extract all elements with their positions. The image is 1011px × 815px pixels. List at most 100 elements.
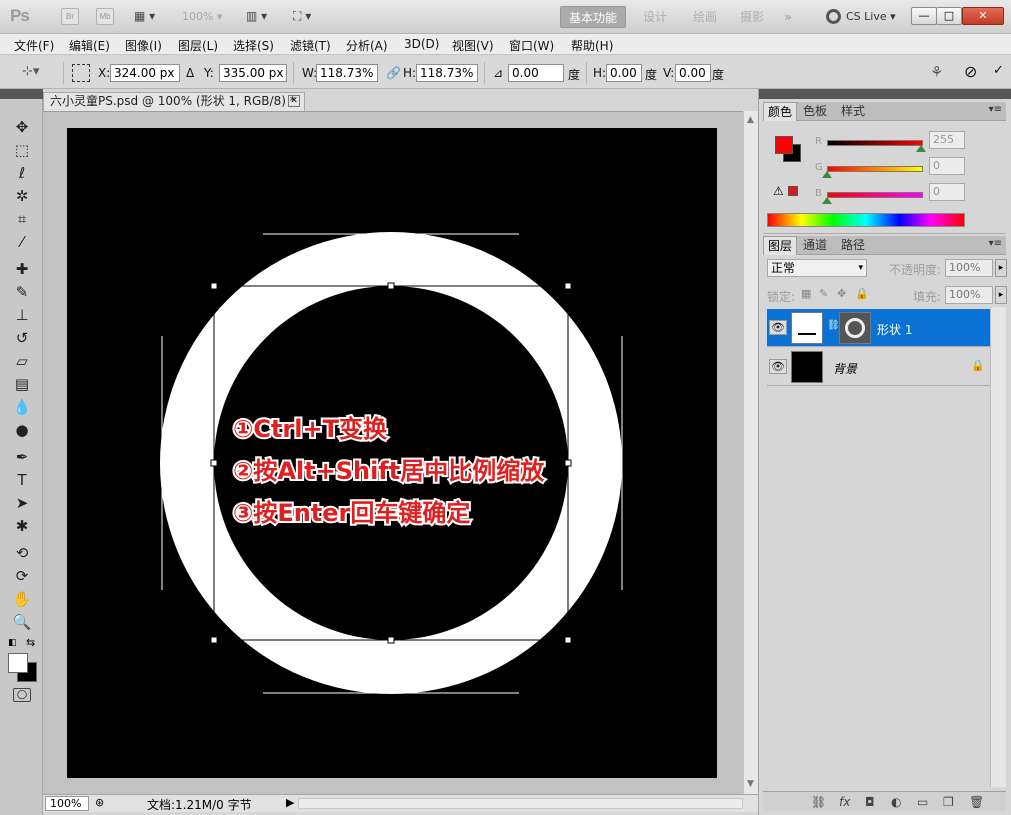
tab-paths[interactable]: 路径 — [837, 236, 869, 255]
cancel-transform-icon[interactable]: ⊘ — [964, 62, 977, 81]
blue-slider-handle[interactable] — [822, 197, 832, 204]
relative-position-icon[interactable]: Δ — [186, 66, 194, 80]
horizontal-skew-field[interactable]: 0.00 — [606, 64, 642, 82]
panel-menu-icon[interactable]: ▾≡ — [989, 104, 1002, 115]
blend-mode-select[interactable]: 正常 ▾ — [767, 259, 867, 277]
rotate-angle-field[interactable]: 0.00 — [508, 64, 564, 82]
view-extras-icon[interactable]: ▦ ▾ — [134, 8, 155, 25]
menu-layer[interactable]: 图层(L) — [178, 37, 218, 54]
close-button[interactable]: ✕ — [962, 7, 1004, 25]
arrange-documents-icon[interactable]: ▥ ▾ — [246, 8, 267, 25]
tools-panel-header[interactable] — [0, 89, 43, 99]
dodge-tool-icon[interactable]: ● — [12, 420, 32, 440]
status-menu-icon[interactable]: ▶ — [286, 796, 294, 809]
zoom-field[interactable]: 100% — [45, 796, 89, 811]
hand-tool-icon[interactable]: ✋ — [12, 589, 32, 609]
screen-mode-icon[interactable]: ⛶ ▾ — [293, 8, 311, 25]
horizontal-scrollbar[interactable] — [298, 798, 743, 809]
eyedropper-tool-icon[interactable]: ⁄ — [12, 232, 32, 252]
swap-colors-icon[interactable]: ⇆ — [26, 636, 35, 649]
tab-channels[interactable]: 通道 — [799, 236, 831, 255]
red-slider-handle[interactable] — [916, 145, 926, 152]
custom-shape-tool-icon[interactable]: ✱ — [12, 516, 32, 536]
tab-swatches[interactable]: 色板 — [799, 102, 831, 121]
gamut-color-swatch[interactable] — [788, 186, 798, 196]
panels-header[interactable] — [759, 89, 1011, 99]
close-document-icon[interactable]: ✕ — [288, 95, 300, 107]
workspace-painting-button[interactable]: 绘画 — [690, 6, 720, 28]
layer-style-icon[interactable]: fx — [839, 795, 850, 809]
vertical-skew-field[interactable]: 0.00 — [675, 64, 711, 82]
link-proportions-icon[interactable]: 🔗 — [386, 66, 401, 80]
width-scale-field[interactable]: 118.73% — [316, 64, 378, 82]
more-workspaces-button[interactable]: » — [777, 6, 799, 28]
3d-orbit-tool-icon[interactable]: ⟳ — [12, 566, 32, 586]
add-mask-icon[interactable]: ◘ — [865, 795, 875, 809]
layer-row-shape1[interactable]: 👁 ⛓ 形状 1 — [767, 309, 994, 347]
scroll-down-icon[interactable]: ▼ — [747, 779, 754, 789]
opacity-arrow-icon[interactable]: ▸ — [995, 259, 1007, 277]
vertical-scrollbar[interactable]: ▲ ▼ — [743, 111, 758, 794]
menu-image[interactable]: 图像(I) — [125, 37, 162, 54]
link-chain-icon[interactable]: ⛓ — [827, 320, 840, 331]
minimize-button[interactable]: — — [911, 7, 937, 25]
menu-window[interactable]: 窗口(W) — [509, 37, 554, 54]
default-colors-icon[interactable]: ◧ — [8, 638, 17, 648]
workspace-essentials-button[interactable]: 基本功能 — [560, 6, 626, 28]
fill-arrow-icon[interactable]: ▸ — [995, 286, 1007, 304]
workspace-photography-button[interactable]: 摄影 — [737, 6, 767, 28]
menu-file[interactable]: 文件(F) — [14, 37, 54, 54]
red-value-field[interactable]: 255 — [929, 131, 965, 149]
maximize-button[interactable]: □ — [936, 7, 962, 25]
lasso-tool-icon[interactable]: ℓ — [12, 163, 32, 183]
layers-scrollbar[interactable] — [990, 307, 1006, 787]
fill-field[interactable]: 100% — [945, 286, 993, 304]
gamut-warning-icon[interactable]: ⚠ — [773, 184, 784, 198]
green-slider-handle[interactable] — [822, 171, 832, 178]
layer-row-background[interactable]: 👁 背景 🔒 — [767, 348, 994, 386]
opacity-field[interactable]: 100% — [945, 259, 993, 277]
menu-help[interactable]: 帮助(H) — [571, 37, 613, 54]
green-value-field[interactable]: 0 — [929, 157, 965, 175]
cs-live-menu[interactable]: CS Live ▾ — [826, 8, 896, 26]
menu-filter[interactable]: 滤镜(T) — [290, 37, 331, 54]
document-tab[interactable]: 六小灵童PS.psd @ 100% (形状 1, RGB/8) * ✕ — [43, 92, 305, 111]
menu-analysis[interactable]: 分析(A) — [346, 37, 388, 54]
commit-transform-icon[interactable]: ✓ — [993, 63, 1004, 78]
type-tool-icon[interactable]: T — [12, 470, 32, 490]
menu-edit[interactable]: 编辑(E) — [69, 37, 110, 54]
workspace-design-button[interactable]: 设计 — [640, 6, 670, 28]
y-position-field[interactable]: 335.00 px — [219, 64, 287, 82]
clone-stamp-tool-icon[interactable]: ⊥ — [12, 305, 32, 325]
move-tool-preset-icon[interactable]: ⊹▾ — [22, 64, 39, 79]
tab-layers[interactable]: 图层 — [763, 236, 798, 255]
menu-3d[interactable]: 3D(D) — [404, 37, 439, 51]
pen-tool-icon[interactable]: ✒ — [12, 447, 32, 467]
healing-brush-tool-icon[interactable]: ✚ — [12, 259, 32, 279]
menu-select[interactable]: 选择(S) — [233, 37, 274, 54]
color-fg-swatch[interactable] — [775, 136, 793, 154]
x-position-field[interactable]: 324.00 px — [110, 64, 180, 82]
new-group-icon[interactable]: ▭ — [917, 795, 928, 809]
new-layer-icon[interactable]: ❐ — [943, 795, 954, 809]
brush-tool-icon[interactable]: ✎ — [12, 282, 32, 302]
visibility-eye-icon[interactable]: 👁 — [769, 359, 787, 374]
crop-tool-icon[interactable]: ⌗ — [12, 209, 32, 229]
warp-mode-icon[interactable]: ⚘ — [930, 63, 943, 81]
foreground-color-swatch[interactable] — [8, 653, 28, 673]
eraser-tool-icon[interactable]: ▱ — [12, 351, 32, 371]
lock-all-icon[interactable]: 🔒 — [855, 287, 869, 300]
quick-mask-icon[interactable]: ◯ — [13, 688, 31, 702]
color-spectrum-bar[interactable] — [767, 213, 965, 227]
tab-color[interactable]: 颜色 — [763, 102, 798, 121]
canvas[interactable]: ①Ctrl+T变换 ②按Alt+Shift居中比例缩放 ③按Enter回车键确定 — [67, 128, 717, 778]
3d-rotate-tool-icon[interactable]: ⟲ — [12, 543, 32, 563]
quick-select-tool-icon[interactable]: ✲ — [12, 186, 32, 206]
reference-point-icon[interactable] — [72, 64, 90, 82]
status-options-icon[interactable]: ⊛ — [95, 796, 104, 809]
panel-menu-icon[interactable]: ▾≡ — [989, 238, 1002, 249]
scroll-up-icon[interactable]: ▲ — [747, 115, 754, 125]
marquee-tool-icon[interactable]: ⬚ — [12, 140, 32, 160]
menu-view[interactable]: 视图(V) — [452, 37, 494, 54]
bridge-button[interactable]: Br — [61, 8, 79, 25]
